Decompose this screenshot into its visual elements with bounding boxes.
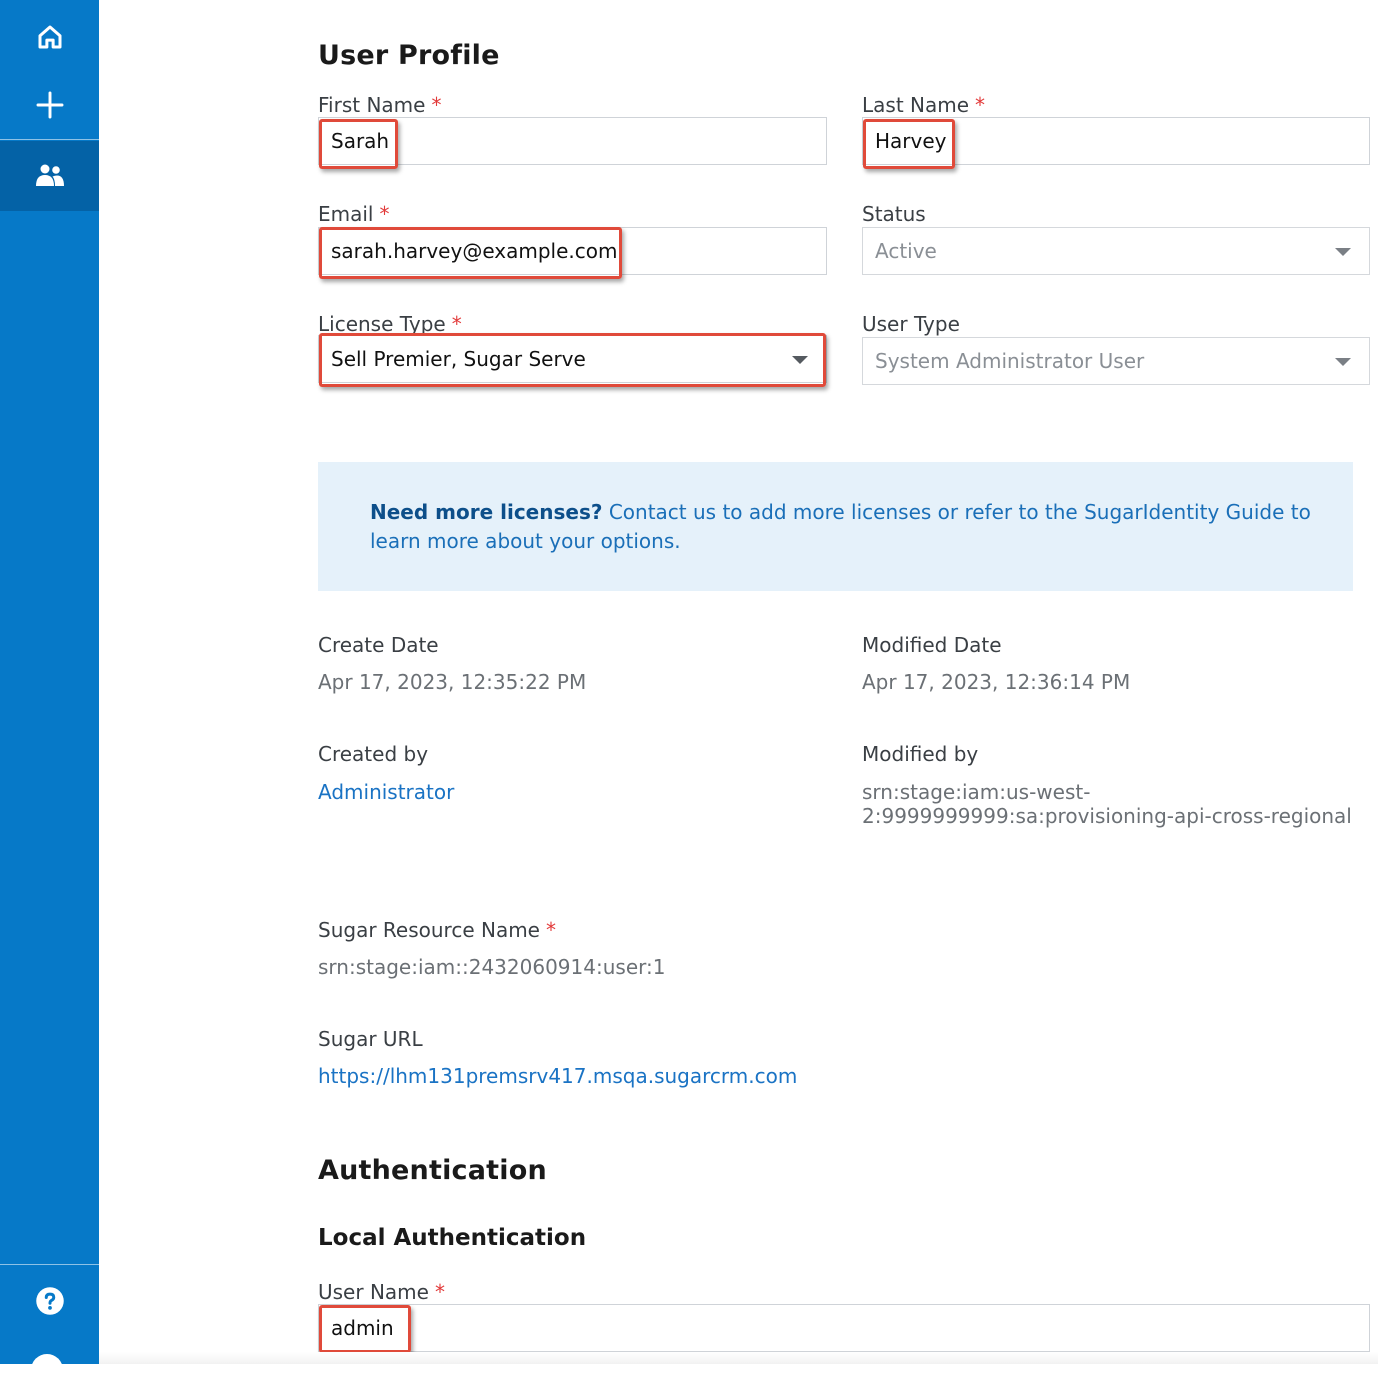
- users-icon: [35, 164, 64, 186]
- add-button[interactable]: [0, 70, 99, 140]
- create-date-label: Create Date: [318, 633, 439, 657]
- modified-date-label: Modified Date: [862, 633, 1002, 657]
- modified-by-value: srn:stage:iam:us-west- 2:9999999999:sa:p…: [862, 780, 1352, 828]
- status-value: Active: [875, 239, 937, 263]
- chevron-down-icon: [792, 356, 808, 364]
- section-title-user-profile: User Profile: [318, 40, 500, 71]
- chevron-down-icon: [1335, 248, 1351, 256]
- email-field[interactable]: sarah.harvey@example.com: [318, 227, 827, 275]
- user-type-select: System Administrator User: [862, 337, 1370, 385]
- bottom-edge: [99, 1352, 1378, 1364]
- license-notice-text: Need more licenses? Contact us to add mo…: [370, 498, 1330, 556]
- email-value: sarah.harvey@example.com: [331, 239, 618, 263]
- local-authentication-title: Local Authentication: [318, 1225, 587, 1251]
- required-marker: *: [451, 312, 462, 336]
- required-marker: *: [434, 1280, 445, 1304]
- plus-icon: [36, 91, 63, 119]
- home-button[interactable]: [0, 2, 99, 72]
- contact-us-link[interactable]: Contact us: [609, 500, 716, 524]
- license-notice: Need more licenses? Contact us to add mo…: [318, 462, 1353, 591]
- last-name-field[interactable]: Harvey: [862, 117, 1370, 165]
- license-type-value: Sell Premier, Sugar Serve: [331, 347, 586, 371]
- required-marker: *: [975, 93, 986, 117]
- modified-by-line1: srn:stage:iam:us-west-: [862, 780, 1091, 804]
- required-marker: *: [379, 202, 390, 226]
- chevron-down-icon: [1335, 358, 1351, 366]
- sidebar: [0, 0, 99, 1374]
- notice-heading: Need more licenses?: [370, 500, 603, 524]
- users-button[interactable]: [0, 141, 99, 211]
- sidebar-divider: [0, 139, 99, 140]
- sugar-url-label: Sugar URL: [318, 1027, 423, 1051]
- modified-by-line2: 2:9999999999:sa:provisioning-api-cross-r…: [862, 804, 1352, 828]
- section-title-authentication: Authentication: [318, 1155, 547, 1186]
- status-select: Active: [862, 227, 1370, 275]
- last-name-value: Harvey: [875, 129, 947, 153]
- sugar-url-link[interactable]: https://lhm131premsrv417.msqa.sugarcrm.c…: [318, 1064, 797, 1088]
- srn-label: Sugar Resource Name *: [318, 918, 556, 942]
- first-name-value: Sarah: [331, 129, 390, 153]
- modified-by-label: Modified by: [862, 742, 979, 766]
- first-name-label: First Name *: [318, 93, 442, 117]
- home-icon: [38, 25, 61, 49]
- created-by-link[interactable]: Administrator: [318, 780, 454, 804]
- sugaridentity-guide-link[interactable]: SugarIdentity Guide: [1084, 500, 1284, 524]
- main-content: User Profile First Name * Sarah Last Name…: [99, 0, 1378, 1364]
- created-by-label: Created by: [318, 742, 429, 766]
- last-name-label: Last Name *: [862, 93, 986, 117]
- license-type-label: License Type *: [318, 312, 462, 336]
- help-icon: [35, 1287, 64, 1315]
- sidebar-divider-bottom: [0, 1264, 99, 1265]
- first-name-field[interactable]: Sarah: [318, 117, 827, 165]
- user-name-label: User Name *: [318, 1280, 445, 1304]
- required-marker: *: [431, 93, 442, 117]
- license-type-select[interactable]: Sell Premier, Sugar Serve: [318, 335, 827, 383]
- user-name-value: admin: [331, 1316, 394, 1340]
- required-marker: *: [545, 918, 556, 942]
- modified-date-value: Apr 17, 2023, 12:36:14 PM: [862, 670, 1131, 694]
- user-type-label: User Type: [862, 312, 960, 336]
- profile-icon[interactable]: [31, 1354, 63, 1374]
- user-type-value: System Administrator User: [875, 349, 1145, 373]
- user-name-field[interactable]: admin: [318, 1304, 1370, 1352]
- create-date-value: Apr 17, 2023, 12:35:22 PM: [318, 670, 587, 694]
- email-label: Email *: [318, 202, 390, 226]
- help-button[interactable]: [0, 1266, 99, 1336]
- srn-value: srn:stage:iam::2432060914:user:1: [318, 955, 666, 979]
- notice-text-part1: to add more licenses or refer to the: [716, 500, 1085, 524]
- status-label: Status: [862, 202, 926, 226]
